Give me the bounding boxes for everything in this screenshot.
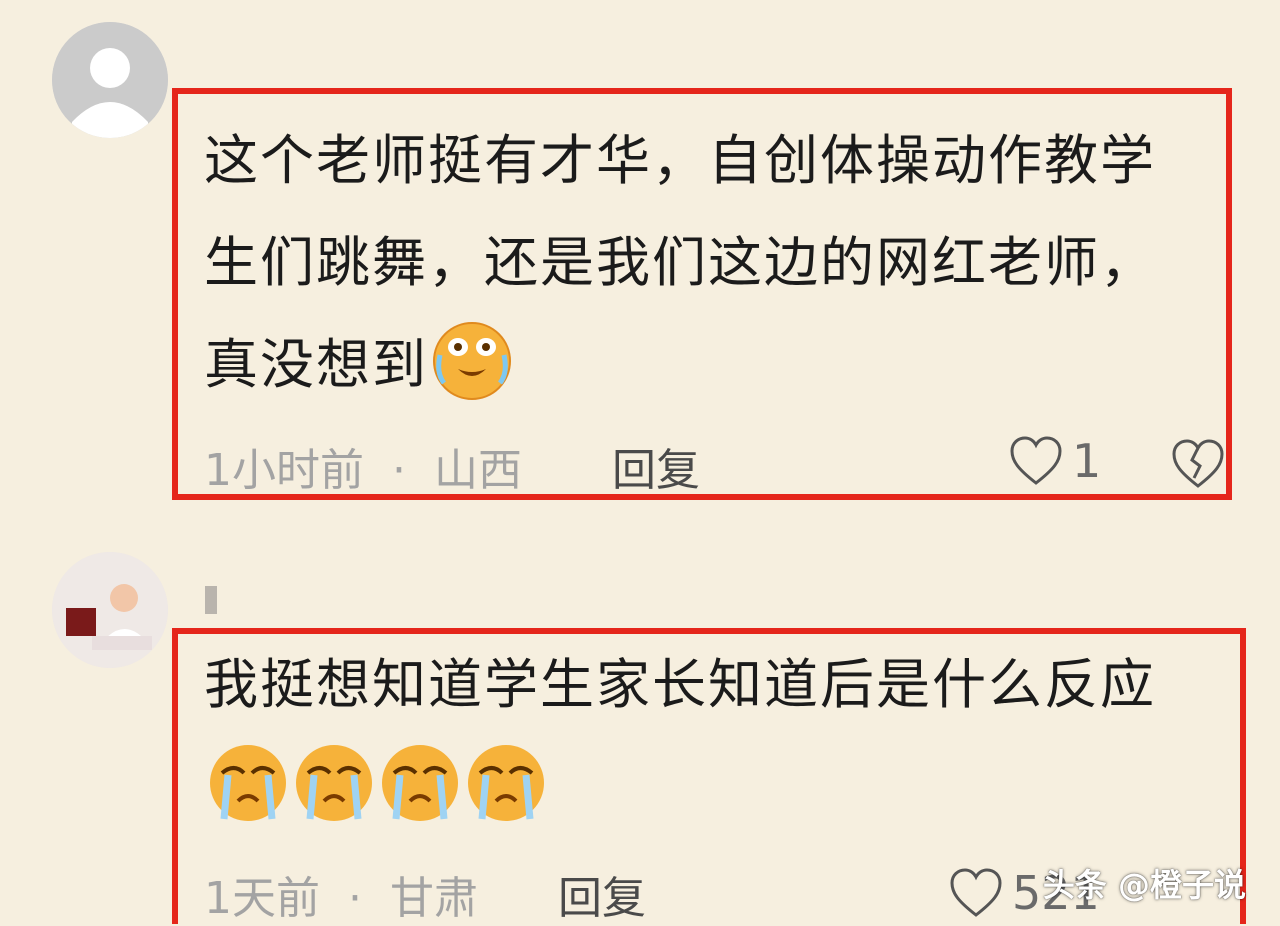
comment-location: 山西 [434, 445, 522, 496]
avatar[interactable] [52, 552, 168, 668]
comment-meta: 1小时前 · 山西 [204, 434, 522, 498]
username-fragment [205, 586, 217, 614]
comment-text: 这个老师挺有才华，自创体操动作教学生们跳舞，还是我们这边的网红老师，真没想到 [204, 110, 1206, 416]
reply-button[interactable]: 回复 [612, 434, 700, 498]
heart-outline-icon [1010, 436, 1062, 485]
crying-laughing-emoji-icon [430, 317, 514, 401]
avatar[interactable] [52, 22, 168, 138]
watermark: 头条 @橙子说 [1042, 866, 1246, 904]
heart-outline-icon [950, 868, 1002, 917]
crying-emoji-icon [378, 739, 462, 823]
comment-meta: 1天前 · 甘肃 [204, 862, 478, 926]
comment-time: 1天前 [204, 873, 320, 924]
like-button[interactable]: 1 [1008, 434, 1101, 488]
meta-separator: · [348, 873, 362, 924]
crying-emoji-icon [292, 739, 376, 823]
comment-text: 我挺想知道学生家长知道后是什么反应 [204, 634, 1220, 838]
comment-body: 我挺想知道学生家长知道后是什么反应 [204, 653, 1156, 716]
user-photo-avatar-icon [52, 552, 168, 668]
meta-separator: · [392, 445, 406, 496]
default-user-avatar-icon [52, 22, 168, 138]
crying-emoji-icon [206, 739, 290, 823]
comment-body: 这个老师挺有才华，自创体操动作教学生们跳舞，还是我们这边的网红老师，真没想到 [204, 129, 1156, 396]
reply-button[interactable]: 回复 [558, 862, 646, 926]
broken-heart-icon [1172, 439, 1224, 488]
comment-card: 这个老师挺有才华，自创体操动作教学生们跳舞，还是我们这边的网红老师，真没想到 1… [172, 88, 1232, 500]
comment-location: 甘肃 [390, 873, 478, 924]
comment-time: 1小时前 [204, 445, 364, 496]
crying-emoji-icon [464, 739, 548, 823]
dislike-button[interactable] [1170, 438, 1226, 494]
like-count: 1 [1072, 434, 1102, 488]
